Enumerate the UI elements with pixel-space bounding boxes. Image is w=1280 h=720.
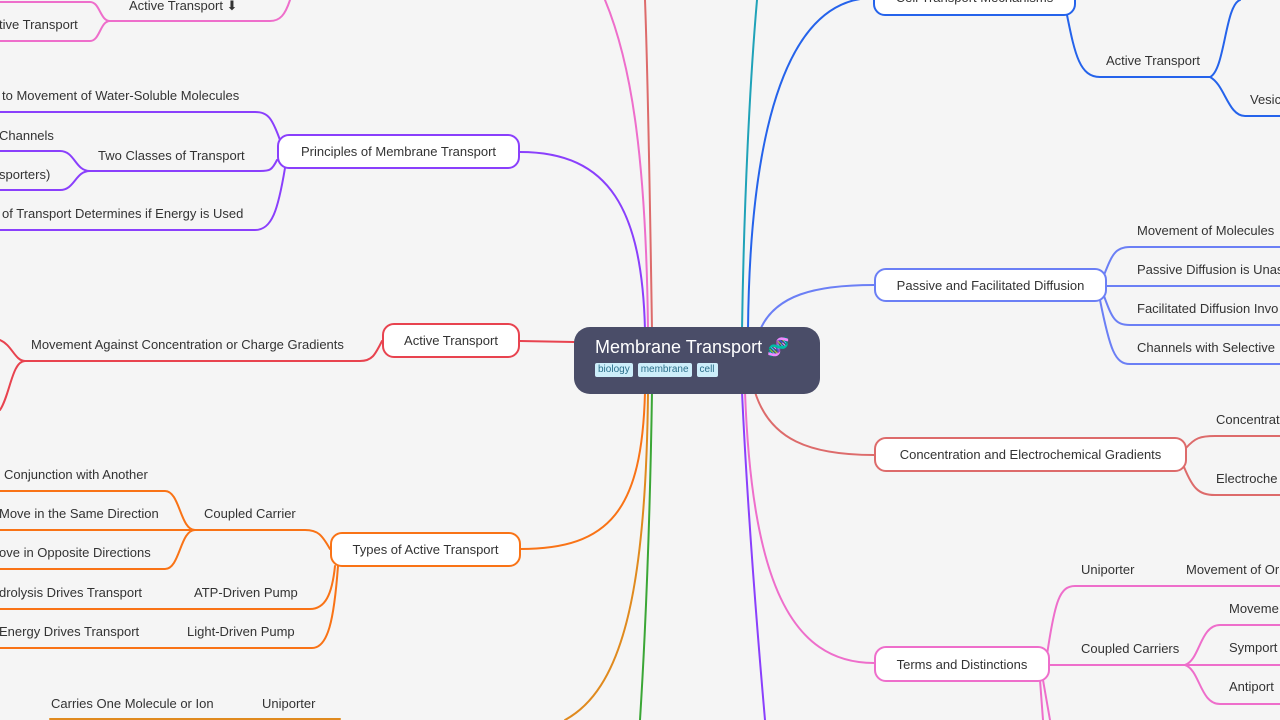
central-title: Membrane Transport 🧬 [595,337,790,357]
dna-icon: 🧬 [767,337,790,357]
link-gradients [754,391,875,456]
topic-gradients[interactable]: Concentration and Electrochemical Gradie… [874,437,1187,472]
topic-principles[interactable]: Principles of Membrane Transport [277,134,520,169]
tag-list: biology membrane cell [595,363,820,377]
link-active [519,340,575,343]
node-label[interactable]: ATP-Driven Pump [194,584,298,602]
link-types [519,391,646,550]
node-label[interactable]: Channels with Selective [1137,339,1275,357]
node-label[interactable]: Moveme [1229,600,1279,618]
node-label[interactable]: Electroche [1216,470,1277,488]
node-label[interactable]: Movement of Or [1186,561,1279,579]
topic-passive-diffusion[interactable]: Passive and Facilitated Diffusion [874,268,1107,302]
node-label[interactable]: Movement Against Concentration or Charge… [31,336,344,354]
node-label[interactable]: Coupled Carriers [1081,640,1179,658]
node-label[interactable]: drolysis Drives Transport [0,584,142,602]
link-passive [759,284,875,331]
topic-active-transport[interactable]: Active Transport [382,323,520,358]
node-label[interactable]: Active Transport ⬇ [129,0,237,15]
node-label[interactable]: Movement of Molecules [1137,222,1274,240]
node-label[interactable]: Symport [1229,639,1277,657]
node-label[interactable]: Facilitated Diffusion Invo [1137,300,1278,318]
node-label[interactable]: Light-Driven Pump [187,623,295,641]
node-label[interactable]: Uniporter [262,695,315,713]
node-label[interactable]: Conjunction with Another [4,466,148,484]
node-label[interactable]: Move in the Same Direction [0,505,159,523]
link-bottom-purple [741,391,766,720]
node-label[interactable]: Channels [0,127,54,145]
node-label[interactable]: Vesic [1250,91,1280,109]
node-label[interactable]: Antiport [1229,678,1274,696]
node-label[interactable]: Coupled Carrier [204,505,296,523]
node-label[interactable]: Carries One Molecule or Ion [51,695,214,713]
link-terms [744,391,875,664]
node-label[interactable]: Concentrat [1216,411,1280,429]
link-principles [519,151,646,331]
central-topic[interactable]: Membrane Transport 🧬 biology membrane ce… [574,327,820,394]
tag[interactable]: biology [595,363,633,377]
topic-types-of-active-transport[interactable]: Types of Active Transport [330,532,521,567]
node-label[interactable]: of Transport Determines if Energy is Use… [2,205,243,223]
node-label[interactable]: Energy Drives Transport [0,623,139,641]
node-label[interactable]: ove in Opposite Directions [0,544,151,562]
node-label[interactable]: Passive Diffusion is Unas [1137,261,1280,279]
node-label[interactable]: Active Transport [1106,52,1200,70]
node-label[interactable]: Two Classes of Transport [98,147,245,165]
node-label[interactable]: sporters) [0,166,50,184]
tag[interactable]: membrane [637,363,692,377]
link-bottom-orange [564,391,649,720]
topic-terms[interactable]: Terms and Distinctions [874,646,1050,682]
topic-cell-transport[interactable]: Cell Transport Mechanisms [873,0,1076,16]
node-label[interactable]: tive Transport [0,16,78,34]
tag[interactable]: cell [696,363,718,377]
node-label[interactable]: to Movement of Water-Soluble Molecules [2,87,239,105]
node-label[interactable]: Uniporter [1081,561,1134,579]
link-cell [747,0,861,331]
